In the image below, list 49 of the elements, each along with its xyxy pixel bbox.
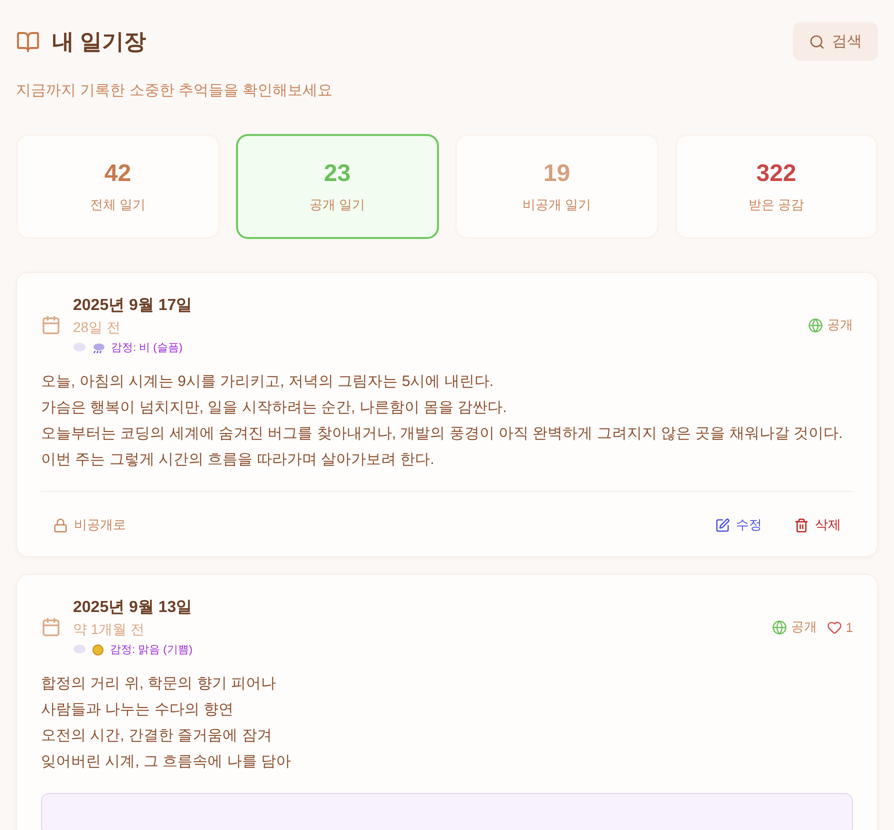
visibility-label: 공개 [808,316,853,334]
entry-date: 2025년 9월 13일 [73,598,192,618]
book-icon [16,30,40,54]
search-icon [809,34,825,50]
stat-value: 19 [543,160,570,188]
rain-cloud-icon [92,342,105,354]
stat-card[interactable]: 322 받은 공감 [674,134,878,239]
trash-icon [794,518,809,532]
entry-date: 2025년 9월 17일 [73,296,192,316]
like-count[interactable]: 1 [826,620,853,634]
entry-text-line: 오늘부터는 코딩의 세계에 숨겨진 버그를 찾아내거나, 개발의 풍경이 아직 완벽하게 그려지지 않은 곳을 채워나갈 것이다. [41,424,844,444]
stat-card[interactable]: 19 비공개 일기 [455,134,658,239]
stat-value: 42 [104,160,132,188]
stat-card[interactable]: 23 공개 일기 [236,134,439,239]
page-subtitle: 지금까지 기록한 소중한 추억들을 확인해보세요 [16,81,334,100]
globe-icon [772,620,787,634]
thought-bubble-icon [73,644,86,655]
visibility-label: 공개 [772,618,817,636]
make-private-button[interactable]: 비공개로 [41,510,138,540]
page-title: 내 일기장 [52,28,146,56]
stat-card[interactable]: 42 전체 일기 [16,134,220,239]
entry-text-line: 이번 주는 그렇게 시간의 흐름을 따라가며 살아가보려 한다. [41,450,436,470]
edit-button[interactable]: 수정 [703,510,774,540]
stat-label: 비공개 일기 [522,196,592,214]
heart-icon [826,620,842,634]
calendar-icon [41,315,61,335]
globe-icon [808,318,823,332]
entry-text-line: 잊어버린 시계, 그 흐름속에 나를 담아 [41,752,292,772]
entry-text-line: 오늘, 아침의 시계는 9시를 가리키고, 저녁의 그림자는 5시에 내린다. [41,372,495,392]
stat-label: 받은 공감 [748,196,804,214]
search-button[interactable]: 검색 [793,22,878,61]
entry-text-line: 합정의 거리 위, 학문의 향기 피어나 [41,674,278,694]
pencil-icon [715,518,730,532]
delete-button[interactable]: 삭제 [782,510,853,540]
stat-value: 322 [756,160,796,188]
entry-text-line: 오전의 시간, 간결한 즐거움에 잠겨 [41,726,273,746]
relative-time: 약 1개월 전 [73,621,146,639]
lock-icon [53,518,68,532]
thought-bubble-icon [73,342,86,353]
stat-label: 공개 일기 [309,196,366,214]
sun-icon [92,644,104,656]
relative-time: 28일 전 [73,319,122,337]
entry-text-line: 가슴은 행복이 넘치지만, 일을 시작하려는 순간, 나른함이 몸을 감싼다. [41,398,508,418]
emotion-label: 감정: 비 (슬픔) [111,341,182,355]
entry-text-line: 사람들과 나누는 수다의 향연 [41,700,235,720]
stat-value: 23 [324,160,351,188]
stat-label: 전체 일기 [90,196,146,214]
emotion-label: 감정: 맑음 (기쁨) [110,643,192,657]
calendar-icon [41,617,61,637]
